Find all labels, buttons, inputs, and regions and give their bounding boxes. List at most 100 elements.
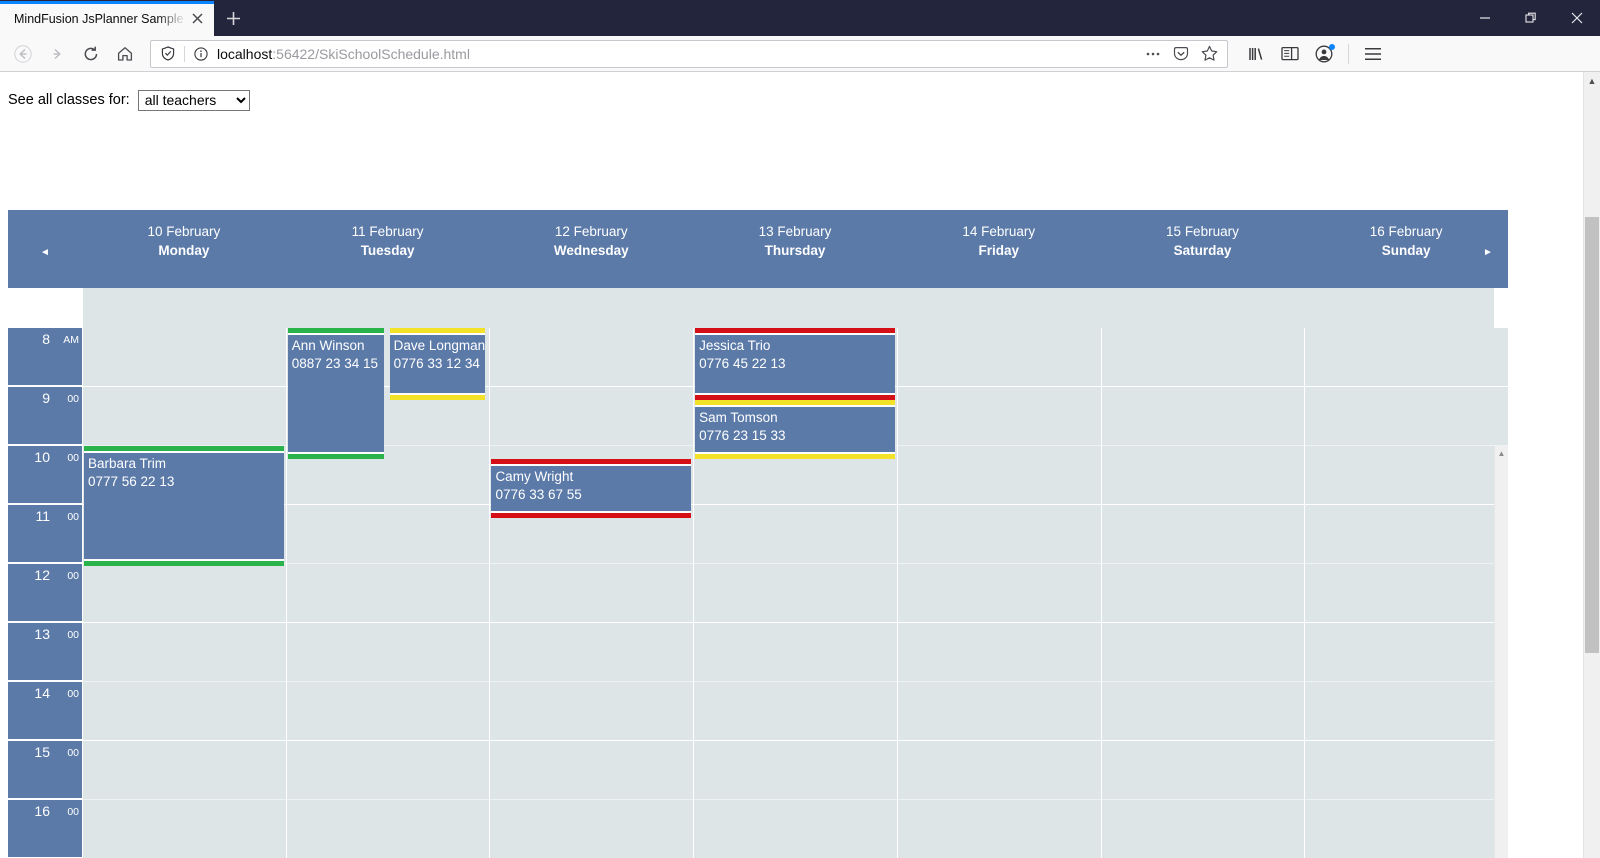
day-column[interactable]: Barbara Trim 0777 56 22 13 [82, 328, 286, 858]
appointment-name: Sam Tomson [699, 410, 778, 425]
time-slot: 8 AM [8, 328, 82, 387]
appointment-phone: 0777 56 22 13 [88, 474, 175, 489]
day-column[interactable] [1304, 328, 1508, 858]
appointment-color-band-top [287, 328, 384, 335]
day-date: 12 February [554, 224, 628, 239]
page-scrollbar[interactable]: ▲ [1583, 72, 1600, 858]
back-arrow-icon[interactable] [6, 39, 40, 69]
appointment-color-band-bottom [84, 559, 284, 566]
teacher-select[interactable]: all teachers [137, 89, 250, 111]
day-name: Sunday [1381, 243, 1431, 258]
appointment[interactable]: Sam Tomson 0776 23 15 33 [695, 400, 895, 459]
appointment-body: Camy Wright 0776 33 67 55 [495, 468, 689, 504]
all-day-row[interactable] [82, 288, 1494, 328]
time-column: 8 AM 9 00 10 00 11 00 12 00 13 00 14 00 … [8, 328, 82, 858]
reload-icon[interactable] [74, 39, 108, 69]
time-hour: 8 [42, 331, 50, 347]
library-icon[interactable] [1240, 39, 1272, 69]
day-name: Saturday [1173, 243, 1232, 258]
day-column[interactable] [1101, 328, 1305, 858]
teacher-filter-label: See all classes for: [8, 92, 130, 108]
appointment-color-band-top [389, 328, 486, 335]
time-hour: 16 [34, 803, 50, 819]
day-column[interactable]: Jessica Trio 0776 45 22 13 Sam Tomson 0776 … [693, 328, 897, 858]
time-slot: 15 00 [8, 741, 82, 800]
restore-icon[interactable] [1508, 0, 1554, 36]
appointment-body: Jessica Trio 0776 45 22 13 [699, 337, 893, 373]
next-week-arrow-icon[interactable]: ► [1474, 210, 1502, 288]
time-slot: 12 00 [8, 564, 82, 623]
url-bar[interactable]: localhost:56422/SkiSchoolSchedule.html [150, 39, 1228, 68]
appointment-phone: 0776 23 15 33 [699, 428, 786, 443]
appointment-color-band-top [84, 446, 284, 453]
planner-timetable: ◄ 10 February Monday 11 February Tuesday… [8, 210, 1508, 858]
appointment-name: Ann Winson [291, 338, 365, 353]
star-icon[interactable] [1197, 43, 1221, 65]
identity-separator [184, 45, 185, 62]
appointment[interactable]: Dave Longman 0776 33 12 34 [389, 328, 486, 400]
day-date: 11 February [351, 224, 424, 239]
appointment[interactable]: Ann Winson 0887 23 34 15 [287, 328, 384, 459]
day-header: 10 February Monday [82, 210, 286, 288]
forward-arrow-icon[interactable] [40, 39, 74, 69]
day-header: 12 February Wednesday [489, 210, 693, 288]
sidebar-icon[interactable] [1274, 39, 1306, 69]
day-name: Monday [158, 243, 210, 258]
day-name: Friday [978, 243, 1019, 258]
appointment[interactable]: Barbara Trim 0777 56 22 13 [84, 446, 284, 566]
time-minutes: 00 [67, 747, 79, 759]
account-icon[interactable] [1308, 39, 1340, 69]
planner-header: ◄ 10 February Monday 11 February Tuesday… [8, 210, 1508, 288]
pocket-icon[interactable] [1169, 43, 1193, 65]
day-header: 11 February Tuesday [286, 210, 490, 288]
time-hour: 15 [34, 744, 50, 760]
scrollbar-thumb[interactable] [1585, 217, 1599, 653]
close-icon[interactable] [188, 10, 206, 28]
appointment-name: Barbara Trim [88, 456, 167, 471]
browser-navbar: localhost:56422/SkiSchoolSchedule.html [0, 36, 1600, 72]
day-headers: 10 February Monday 11 February Tuesday 1… [82, 210, 1508, 288]
time-minutes: 00 [67, 393, 79, 405]
toolbar-separator [1348, 43, 1349, 64]
appointment[interactable]: Camy Wright 0776 33 67 55 [491, 459, 692, 518]
appointment-name: Jessica Trio [699, 338, 771, 353]
plus-icon[interactable] [214, 1, 252, 36]
prev-week-arrow-icon[interactable]: ◄ [8, 210, 82, 288]
appointment[interactable]: Jessica Trio 0776 45 22 13 [695, 328, 895, 400]
minimize-icon[interactable] [1462, 0, 1508, 36]
day-column[interactable]: Camy Wright 0776 33 67 55 [489, 328, 693, 858]
teacher-filter-bar: See all classes for: all teachers [0, 72, 1583, 116]
url-bar-actions [1141, 43, 1221, 65]
scroll-up-icon[interactable]: ▲ [1584, 72, 1600, 89]
time-hour: 9 [42, 390, 50, 406]
close-window-icon[interactable] [1554, 0, 1600, 36]
browser-titlebar: MindFusion JsPlanner Sample - Tim [0, 0, 1600, 36]
time-hour: 12 [34, 567, 50, 583]
day-date: 16 February [1369, 224, 1443, 239]
day-header: 14 February Friday [897, 210, 1101, 288]
info-circle-icon[interactable] [190, 44, 212, 64]
day-date: 15 February [1166, 224, 1239, 239]
shield-icon[interactable] [157, 44, 179, 64]
day-column[interactable] [897, 328, 1101, 858]
appointment-name: Dave Longman [393, 338, 486, 353]
time-minutes: 00 [67, 511, 79, 523]
day-column[interactable]: Ann Winson 0887 23 34 15 Dave Longman 0776 … [286, 328, 490, 858]
home-icon[interactable] [108, 39, 142, 69]
calendar-scrollbar[interactable]: ▲ [1494, 446, 1508, 858]
time-slot: 10 00 [8, 446, 82, 505]
day-columns: Barbara Trim 0777 56 22 13 Ann Winson 0887… [82, 328, 1508, 858]
time-minutes: 00 [67, 806, 79, 818]
appointment-color-band-bottom [287, 452, 384, 459]
appointment-color-band-top [695, 328, 895, 335]
day-date: 13 February [758, 224, 832, 239]
appointment-color-band-bottom [695, 452, 895, 459]
appointment-phone: 0776 33 67 55 [495, 487, 582, 502]
scroll-up-icon[interactable]: ▲ [1495, 446, 1508, 460]
url-host: localhost [217, 45, 273, 62]
hamburger-menu-icon[interactable] [1357, 39, 1389, 69]
ellipsis-icon[interactable] [1141, 43, 1165, 65]
browser-tab[interactable]: MindFusion JsPlanner Sample - Tim [0, 1, 214, 36]
url-path: :56422/SkiSchoolSchedule.html [272, 45, 470, 62]
time-slot: 14 00 [8, 682, 82, 741]
